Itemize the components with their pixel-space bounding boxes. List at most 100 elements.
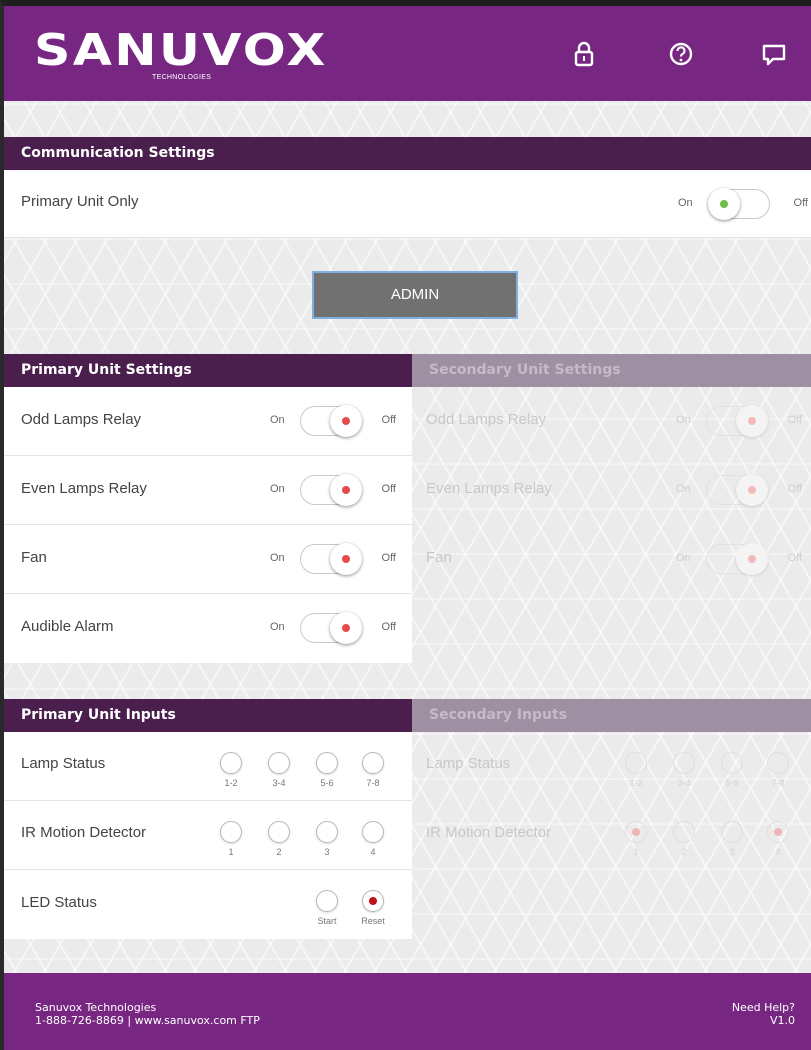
secondary-unit-settings-header: Secondary Unit Settings <box>412 354 811 387</box>
toggle-on-label: On <box>270 552 285 564</box>
fan-row: Fan On Off <box>4 525 412 594</box>
secondary-ir-motion-indicator-4: 4 <box>765 821 791 857</box>
app-header: SANUVOX TECHNOLOGIES <box>4 6 811 101</box>
toggle-off-label: Off <box>787 552 802 564</box>
logo-wordmark: SANUVOX <box>34 25 328 76</box>
secondary-odd-lamps-relay-label: Odd Lamps Relay <box>426 411 547 428</box>
toggle-off-label: Off <box>381 414 396 426</box>
primary-unit-inputs-header: Primary Unit Inputs <box>4 699 412 732</box>
secondary-ir-motion-indicator-2: 2 <box>671 821 697 857</box>
toggle-status-dot <box>342 417 350 425</box>
app-footer: Sanuvox Technologies 1-888-726-8869 | ww… <box>4 973 811 1050</box>
ir-motion-indicator-2: 2 <box>266 821 292 857</box>
need-help-link[interactable]: Need Help? <box>732 1001 795 1014</box>
toggle-status-dot <box>342 624 350 632</box>
secondary-even-lamps-relay-label: Even Lamps Relay <box>426 480 552 497</box>
logo-subtitle: TECHNOLOGIES <box>152 74 212 81</box>
ir-motion-indicator-4: 4 <box>360 821 386 857</box>
odd-lamps-relay-row: Odd Lamps Relay On Off <box>4 387 412 456</box>
toggle-status-dot <box>748 417 756 425</box>
toggle-off-label: Off <box>381 483 396 495</box>
secondary-ir-motion-detector-label: IR Motion Detector <box>426 824 552 841</box>
primary-unit-only-toggle[interactable]: On Off <box>678 187 808 221</box>
secondary-even-lamps-relay-row: Even Lamps Relay On Off <box>412 456 811 525</box>
audible-alarm-toggle[interactable]: On Off <box>270 611 396 645</box>
toggle-track <box>300 612 362 644</box>
secondary-ir-motion-indicator-1: 1 <box>623 821 649 857</box>
fan-toggle[interactable]: On Off <box>270 542 396 576</box>
lock-icon[interactable] <box>570 40 598 68</box>
footer-help-info: Need Help? V1.0 <box>732 1001 795 1027</box>
toggle-track <box>708 188 770 220</box>
toggle-on-label: On <box>676 483 691 495</box>
toggle-on-label: On <box>270 483 285 495</box>
lamp-status-indicator-7-8: 7-8 <box>360 752 386 788</box>
secondary-lamp-status-indicator-5-6: 5-6 <box>719 752 745 788</box>
footer-company-name: Sanuvox Technologies <box>35 1001 157 1014</box>
secondary-odd-lamps-relay-toggle: On Off <box>676 404 802 438</box>
toggle-track <box>300 543 362 575</box>
toggle-track <box>706 405 768 437</box>
odd-lamps-relay-label: Odd Lamps Relay <box>21 411 142 428</box>
odd-lamps-relay-toggle[interactable]: On Off <box>270 404 396 438</box>
toggle-status-dot <box>748 486 756 494</box>
lamp-status-label: Lamp Status <box>21 755 106 772</box>
toggle-on-label: On <box>270 621 285 633</box>
toggle-knob <box>330 405 362 437</box>
toggle-track <box>706 543 768 575</box>
audible-alarm-label: Audible Alarm <box>21 618 114 635</box>
primary-unit-only-row: Primary Unit Only On Off <box>4 170 811 238</box>
primary-unit-only-label: Primary Unit Only <box>21 193 139 210</box>
toggle-on-label: On <box>678 197 693 209</box>
led-status-label: LED Status <box>21 894 97 911</box>
primary-unit-settings-header: Primary Unit Settings <box>4 354 412 387</box>
led-status-row: LED Status Start Reset <box>4 870 412 939</box>
secondary-fan-row: Fan On Off <box>412 525 811 594</box>
toggle-off-label: Off <box>787 414 802 426</box>
secondary-lamp-status-indicator-7-8: 7-8 <box>765 752 791 788</box>
communication-settings-header: Communication Settings <box>4 137 811 170</box>
lamp-status-indicator-1-2: 1-2 <box>218 752 244 788</box>
footer-contact-links[interactable]: 1-888-726-8869 | www.sanuvox.com FTP <box>35 1014 260 1027</box>
sanuvox-logo: SANUVOX TECHNOLOGIES <box>34 26 325 88</box>
lamp-status-row: Lamp Status 1-2 3-4 5-6 7-8 <box>4 732 412 801</box>
secondary-inputs-header: Secondary Inputs <box>412 699 811 732</box>
lamp-status-indicator-5-6: 5-6 <box>314 752 340 788</box>
toggle-knob <box>330 543 362 575</box>
version-label: V1.0 <box>769 1014 795 1027</box>
even-lamps-relay-label: Even Lamps Relay <box>21 480 147 497</box>
secondary-fan-toggle: On Off <box>676 542 802 576</box>
help-icon[interactable] <box>667 40 695 68</box>
toggle-knob <box>330 474 362 506</box>
fan-label: Fan <box>21 549 47 566</box>
audible-alarm-row: Audible Alarm On Off <box>4 594 412 663</box>
toggle-off-label: Off <box>381 552 396 564</box>
toggle-knob <box>708 188 740 220</box>
toggle-off-label: Off <box>793 197 808 209</box>
secondary-lamp-status-indicator-3-4: 3-4 <box>671 752 697 788</box>
toggle-status-dot <box>748 555 756 563</box>
even-lamps-relay-toggle[interactable]: On Off <box>270 473 396 507</box>
ir-motion-detector-label: IR Motion Detector <box>21 824 147 841</box>
toggle-on-label: On <box>270 414 285 426</box>
toggle-off-label: Off <box>381 621 396 633</box>
toggle-knob <box>736 474 768 506</box>
toggle-knob <box>736 405 768 437</box>
even-lamps-relay-row: Even Lamps Relay On Off <box>4 456 412 525</box>
ir-motion-indicator-1: 1 <box>218 821 244 857</box>
toggle-status-dot <box>342 486 350 494</box>
secondary-odd-lamps-relay-row: Odd Lamps Relay On Off <box>412 387 811 456</box>
toggle-track <box>706 474 768 506</box>
ir-motion-detector-row: IR Motion Detector 1 2 3 4 <box>4 801 412 870</box>
toggle-knob <box>736 543 768 575</box>
toggle-on-label: On <box>676 414 691 426</box>
footer-company-info: Sanuvox Technologies 1-888-726-8869 | ww… <box>35 1001 260 1027</box>
lamp-status-indicator-3-4: 3-4 <box>266 752 292 788</box>
toggle-on-label: On <box>676 552 691 564</box>
toggle-track <box>300 474 362 506</box>
admin-button[interactable]: ADMIN <box>312 271 518 319</box>
chat-icon[interactable] <box>760 40 788 68</box>
led-start-indicator: Start <box>314 890 340 926</box>
toggle-track <box>300 405 362 437</box>
toggle-knob <box>330 612 362 644</box>
